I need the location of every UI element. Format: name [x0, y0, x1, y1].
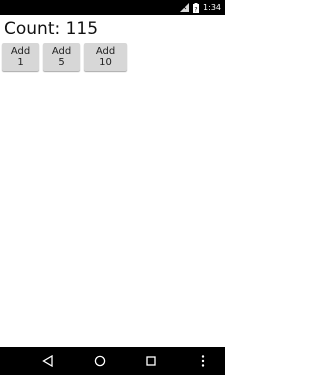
battery-icon: ? [193, 2, 200, 13]
count-label: Count: 115 [4, 19, 99, 39]
svg-text:?: ? [194, 6, 197, 13]
app-screen: ? 1:34 Count: 115 Add 1 Add 5 Add 10 [0, 0, 225, 375]
recents-icon[interactable] [139, 349, 163, 373]
add-10-button[interactable]: Add 10 [84, 43, 127, 71]
status-bar: ? 1:34 [0, 0, 225, 15]
status-time: 1:34 [203, 3, 221, 12]
back-icon[interactable] [36, 349, 60, 373]
button-row: Add 1 Add 5 Add 10 [2, 43, 127, 71]
add-5-button[interactable]: Add 5 [43, 43, 80, 71]
main-content: Count: 115 Add 1 Add 5 Add 10 [0, 15, 225, 347]
add-1-button[interactable]: Add 1 [2, 43, 39, 71]
home-icon[interactable] [88, 349, 112, 373]
navigation-bar [0, 347, 225, 375]
overflow-menu-icon[interactable] [191, 349, 215, 373]
signal-icon [180, 3, 190, 12]
